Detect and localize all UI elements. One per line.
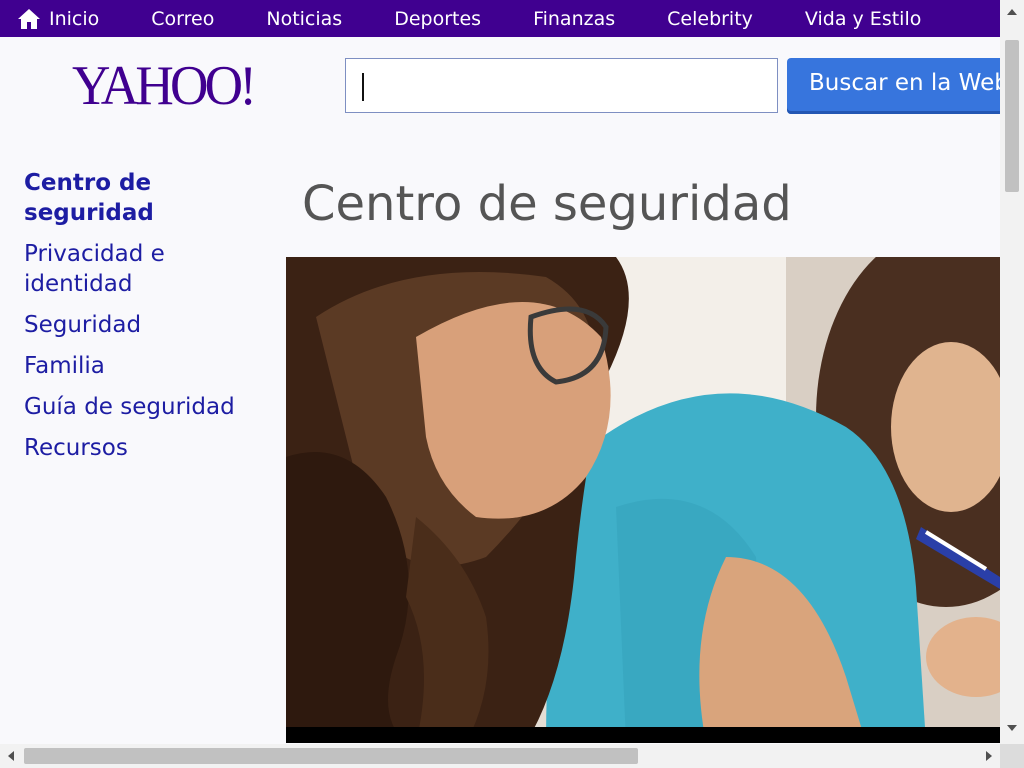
scroll-up-arrow-icon[interactable] bbox=[1007, 9, 1017, 15]
nav-item-correo[interactable]: Correo bbox=[151, 0, 214, 37]
horizontal-scrollbar[interactable] bbox=[0, 744, 1000, 768]
nav-item-noticias[interactable]: Noticias bbox=[266, 0, 342, 37]
sidebar-item-seguridad[interactable]: Seguridad bbox=[24, 310, 264, 340]
scrollbar-corner bbox=[1000, 744, 1024, 768]
search-input[interactable] bbox=[345, 58, 778, 113]
sidebar-item-recursos[interactable]: Recursos bbox=[24, 433, 264, 463]
scroll-left-arrow-icon[interactable] bbox=[8, 751, 14, 761]
hero-image bbox=[286, 257, 1000, 743]
search-button[interactable]: Buscar en la Web bbox=[787, 58, 1007, 114]
nav-label: Inicio bbox=[49, 7, 100, 30]
scroll-right-arrow-icon[interactable] bbox=[986, 751, 992, 761]
page-title: Centro de seguridad bbox=[302, 176, 792, 232]
text-caret bbox=[362, 73, 364, 101]
nav-item-celebrity[interactable]: Celebrity bbox=[667, 0, 753, 37]
vertical-scroll-thumb[interactable] bbox=[1005, 40, 1019, 192]
horizontal-scroll-thumb[interactable] bbox=[24, 748, 638, 764]
sidebar-navigation: Centro de seguridad Privacidad e identid… bbox=[24, 168, 264, 474]
hero-photo-illustration bbox=[286, 257, 1000, 743]
nav-item-vida-y-estilo[interactable]: Vida y Estilo bbox=[805, 0, 921, 37]
top-navigation: Inicio Correo Noticias Deportes Finanzas… bbox=[0, 0, 1000, 37]
sidebar-item-privacidad-e-identidad[interactable]: Privacidad e identidad bbox=[24, 239, 264, 299]
scroll-down-arrow-icon[interactable] bbox=[1007, 725, 1017, 731]
sidebar-item-centro-de-seguridad[interactable]: Centro de seguridad bbox=[24, 168, 264, 228]
nav-item-finanzas[interactable]: Finanzas bbox=[533, 0, 615, 37]
sidebar-item-familia[interactable]: Familia bbox=[24, 351, 264, 381]
nav-item-inicio[interactable]: Inicio bbox=[17, 0, 99, 37]
yahoo-logo[interactable]: YAHOO! bbox=[72, 54, 257, 118]
vertical-scrollbar[interactable] bbox=[1000, 0, 1024, 744]
home-icon bbox=[18, 8, 40, 29]
nav-item-deportes[interactable]: Deportes bbox=[394, 0, 481, 37]
sidebar-item-guia-de-seguridad[interactable]: Guía de seguridad bbox=[24, 392, 264, 422]
